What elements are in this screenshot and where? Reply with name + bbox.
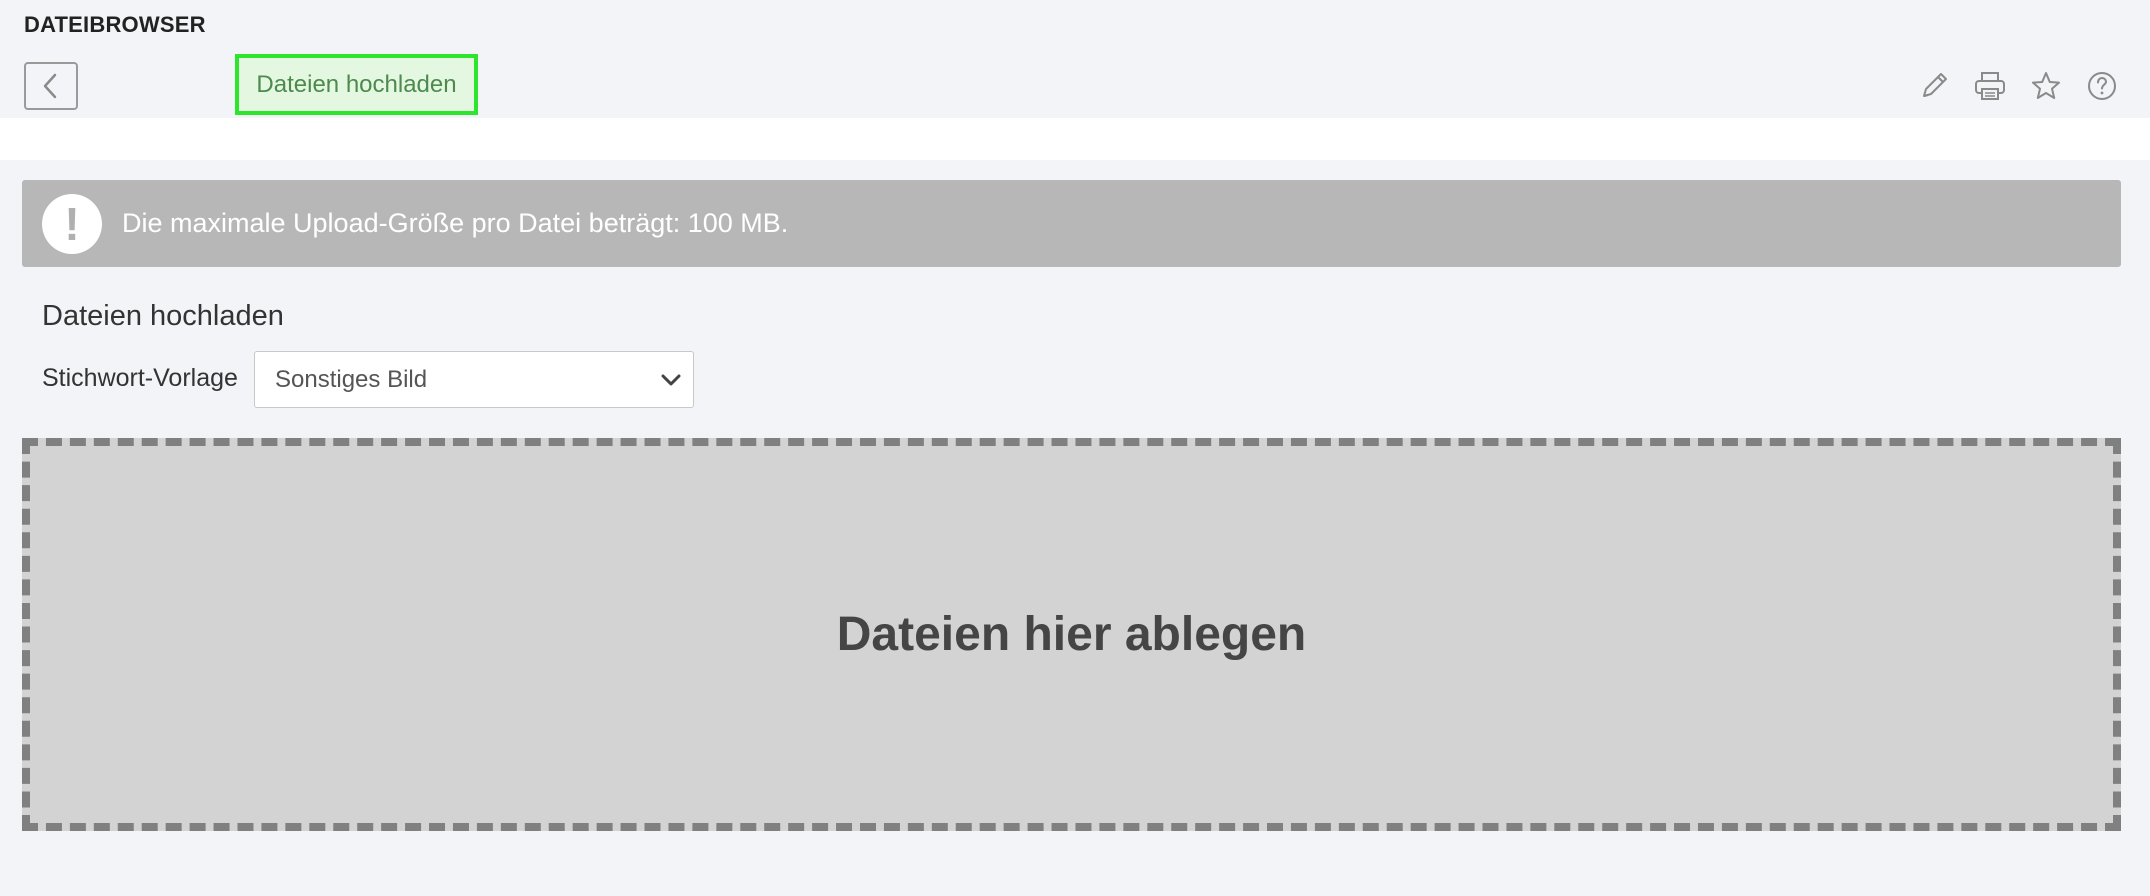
dropzone-text: Dateien hier ablegen	[836, 608, 1307, 661]
upload-size-alert: ! Die maximale Upload-Größe pro Datei be…	[22, 180, 2121, 267]
print-button[interactable]	[1972, 66, 2008, 106]
section-title: Dateien hochladen	[42, 300, 284, 332]
chevron-left-icon	[43, 73, 57, 99]
keyword-template-select[interactable]: Sonstiges Bild	[254, 351, 694, 408]
help-button[interactable]	[2084, 66, 2120, 106]
edit-button[interactable]	[1916, 66, 1952, 106]
keyword-template-label: Stichwort-Vorlage	[42, 364, 238, 392]
pencil-icon	[1923, 73, 1947, 97]
help-icon	[2088, 72, 2116, 100]
tab-upload-files[interactable]: Dateien hochladen	[235, 54, 478, 115]
content-divider	[0, 118, 2150, 160]
star-icon	[2032, 72, 2060, 99]
back-button[interactable]	[24, 62, 78, 110]
chevron-down-icon	[661, 374, 681, 386]
print-icon	[1975, 72, 2005, 100]
alert-text: Die maximale Upload-Größe pro Datei betr…	[122, 208, 789, 238]
exclamation-icon: !	[42, 193, 102, 254]
keyword-template-value: Sonstiges Bild	[275, 365, 428, 393]
favorite-button[interactable]	[2028, 66, 2064, 106]
file-dropzone[interactable]: Dateien hier ablegen	[22, 438, 2121, 831]
app-title: DATEIBROWSER	[24, 12, 206, 37]
toolbar	[1916, 66, 2120, 106]
